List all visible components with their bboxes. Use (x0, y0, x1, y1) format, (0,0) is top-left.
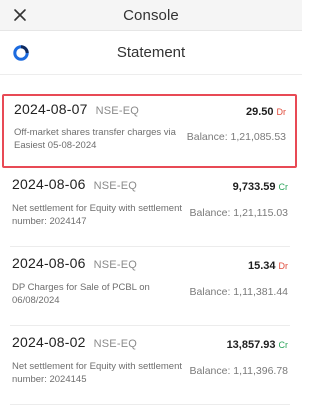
transaction-exchange: NSE-EQ (93, 338, 137, 350)
transaction-balance: Balance: 1,21,115.03 (189, 207, 288, 219)
transaction-amount: 29.50 (245, 106, 274, 118)
top-bar: Console (0, 0, 302, 31)
transaction-header: 2024-08-02 NSE-EQ 13,857.93 Cr (12, 334, 288, 352)
transaction-balance: Balance: 1,21,085.53 (186, 131, 286, 143)
transaction-details: Off-market shares transfer charges via E… (14, 126, 286, 156)
transaction-amount-group: 9,733.59 Cr (233, 177, 288, 195)
transaction-exchange: NSE-EQ (93, 259, 137, 271)
transaction-row[interactable]: 2024-08-06 NSE-EQ 15.34 Dr DP Charges for … (10, 247, 290, 326)
debit-badge: Dr (276, 107, 287, 117)
transaction-date: 2024-08-06 (12, 255, 86, 271)
transaction-amount: 15.34 (247, 260, 276, 272)
transaction-header: 2024-08-06 NSE-EQ 9,733.59 Cr (12, 176, 288, 194)
transaction-amount: 13,857.93 (226, 339, 276, 351)
debit-badge: Dr (278, 261, 289, 271)
page-title: Statement (116, 44, 186, 61)
console-logo-icon (13, 45, 29, 61)
transaction-row[interactable]: 2024-08-06 NSE-EQ 9,733.59 Cr Net settleme… (10, 168, 290, 247)
app-title: Console (123, 6, 179, 24)
statement-list: 2024-08-07 NSE-EQ 29.50 Dr Off-market shar… (0, 94, 302, 405)
transaction-description: Net settlement for Equity with settlemen… (12, 361, 183, 385)
transaction-header: 2024-08-07 NSE-EQ 29.50 Dr (14, 101, 286, 119)
statement-header: Statement (0, 31, 302, 75)
transaction-balance: Balance: 1,11,381.44 (189, 286, 288, 298)
transaction-balance: Balance: 1,11,396.78 (189, 365, 288, 377)
transaction-description: DP Charges for Sale of PCBL on 06/08/202… (12, 282, 150, 306)
spacer (0, 75, 302, 94)
transaction-row[interactable]: 2024-08-07 NSE-EQ 29.50 Dr Off-market shar… (2, 94, 297, 168)
credit-badge: Cr (278, 182, 289, 192)
transaction-date: 2024-08-07 (14, 101, 88, 117)
transaction-amount-group: 29.50 Dr (246, 102, 286, 120)
transaction-details: DP Charges for Sale of PCBL on 06/08/202… (12, 281, 288, 311)
transaction-row[interactable]: 2024-08-02 NSE-EQ 13,857.93 Cr Net settlem… (10, 326, 290, 405)
transaction-description: Net settlement for Equity with settlemen… (12, 203, 183, 227)
transaction-amount-group: 15.34 Dr (248, 256, 288, 274)
console-app: Console Statement 2024-08-07 NSE-EQ 29.50… (0, 0, 302, 407)
close-icon[interactable] (10, 5, 30, 25)
transaction-date: 2024-08-06 (12, 176, 86, 192)
transaction-exchange: NSE-EQ (95, 105, 139, 117)
transaction-amount: 9,733.59 (232, 181, 276, 193)
transaction-description: Off-market shares transfer charges via E… (14, 127, 176, 151)
transaction-amount-group: 13,857.93 Cr (227, 335, 288, 353)
transaction-details: Net settlement for Equity with settlemen… (12, 202, 288, 232)
transaction-header: 2024-08-06 NSE-EQ 15.34 Dr (12, 255, 288, 273)
transaction-exchange: NSE-EQ (93, 180, 137, 192)
transaction-date: 2024-08-02 (12, 334, 86, 350)
transaction-details: Net settlement for Equity with settlemen… (12, 360, 288, 390)
credit-badge: Cr (278, 340, 289, 350)
